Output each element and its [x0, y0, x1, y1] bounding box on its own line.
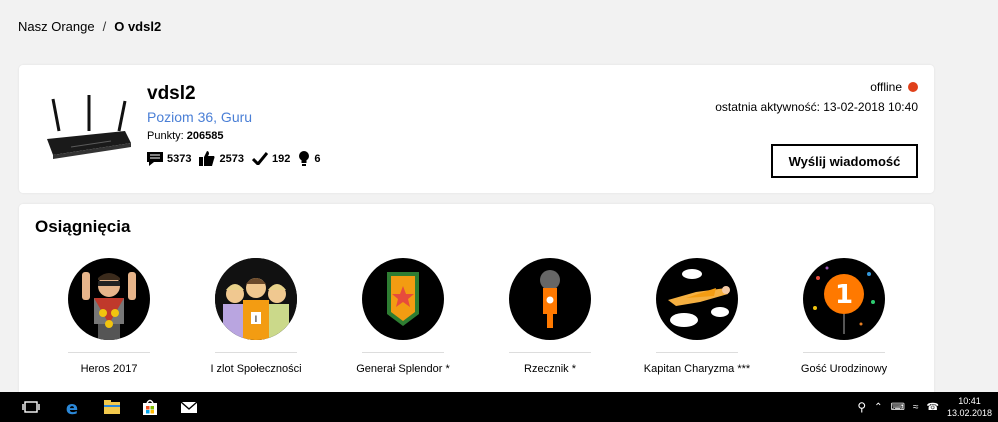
last-activity: ostatnia aktywność: 13-02-2018 10:40	[715, 100, 918, 114]
likes-count: 2573	[219, 152, 244, 165]
breadcrumb-current: O vdsl2	[114, 19, 162, 34]
achievement-divider	[509, 352, 591, 353]
achievement-divider	[215, 352, 297, 353]
send-message-button[interactable]: Wyślij wiadomość	[771, 144, 918, 178]
checkmark-icon	[251, 152, 268, 165]
wifi-icon[interactable]: ≈	[913, 402, 919, 413]
file-explorer-icon[interactable]	[103, 399, 121, 415]
system-tray: ⚲ ⌃ ⌨ ≈ ☎ 10:41 13.02.2018	[857, 392, 992, 422]
thumbs-up-icon	[199, 151, 215, 166]
taskbar: e ⚲ ⌃ ⌨ ≈ ☎ 10:41 13.02.2018	[0, 392, 998, 422]
flying-captain-icon	[656, 258, 738, 340]
user-name: vdsl2	[147, 83, 196, 104]
user-stats: 5373 2573 192 6	[147, 151, 328, 166]
svg-text:I: I	[255, 315, 258, 325]
stat-solutions: 192	[251, 152, 291, 165]
achievement-label: Kapitan Charyzma ***	[643, 363, 751, 375]
achievement-divider	[803, 352, 885, 353]
volume-muted-icon[interactable]: ☎	[926, 402, 938, 413]
solutions-count: 192	[271, 152, 291, 165]
user-points: Punkty: 206585	[147, 130, 223, 142]
hero-icon	[68, 258, 150, 340]
achievement-label: Gość Urodzinowy	[800, 363, 888, 375]
achievement-divider	[656, 352, 738, 353]
user-level: Poziom 36, Guru	[147, 109, 253, 125]
achievement-item[interactable]: 1 Gość Urodzinowy	[769, 258, 919, 375]
messages-count: 5373	[167, 152, 192, 165]
birthday-balloon-icon: 1	[803, 258, 885, 340]
achievement-divider	[362, 352, 444, 353]
achievements-card: Osiągnięcia Heros 2017 I I zlot Społeczn…	[19, 204, 934, 404]
keyboard-icon[interactable]: ⌨	[891, 402, 905, 413]
achievement-item[interactable]: I I zlot Społeczności	[181, 258, 331, 375]
message-icon	[147, 151, 163, 166]
microphone-icon	[509, 258, 591, 340]
stat-likes: 2573	[199, 151, 244, 166]
achievement-item[interactable]: Kapitan Charyzma ***	[622, 258, 772, 375]
status-text: offline	[870, 80, 902, 94]
online-status: offline	[870, 80, 918, 94]
task-view-icon[interactable]	[22, 399, 40, 415]
achievement-label: Generał Splendor *	[356, 363, 450, 375]
achievement-item[interactable]: Generał Splendor *	[328, 258, 478, 375]
status-dot-icon	[908, 82, 918, 92]
svg-text:e: e	[66, 399, 78, 415]
achievement-item[interactable]: Heros 2017	[34, 258, 184, 375]
achievement-label: Heros 2017	[80, 363, 138, 375]
svg-text:1: 1	[835, 280, 853, 310]
chevron-up-icon[interactable]: ⌃	[874, 402, 882, 413]
breadcrumb: Nasz Orange / O vdsl2	[18, 19, 161, 34]
clock-time: 10:41	[958, 396, 981, 406]
community-meetup-icon: I	[215, 258, 297, 340]
people-icon[interactable]: ⚲	[857, 400, 866, 414]
points-value: 206585	[186, 130, 224, 142]
lightbulb-icon	[299, 151, 310, 166]
achievement-label: I zlot Społeczności	[210, 363, 302, 375]
clock[interactable]: 10:41 13.02.2018	[947, 395, 992, 419]
achievements-title: Osiągnięcia	[35, 217, 131, 236]
store-icon[interactable]	[141, 399, 159, 415]
router-avatar	[47, 95, 131, 159]
achievement-item[interactable]: Rzecznik *	[475, 258, 625, 375]
stat-ideas: 6	[298, 151, 320, 166]
achievement-label: Rzecznik *	[524, 363, 576, 375]
breadcrumb-home-link[interactable]: Nasz Orange	[18, 19, 95, 34]
general-shield-icon	[362, 258, 444, 340]
achievement-divider	[68, 352, 150, 353]
points-label: Punkty:	[147, 130, 184, 142]
profile-card: vdsl2 Poziom 36, Guru Punkty: 206585 537…	[19, 65, 934, 193]
clock-date: 13.02.2018	[946, 408, 992, 418]
edge-browser-icon[interactable]: e	[63, 399, 81, 415]
breadcrumb-separator: /	[102, 19, 107, 34]
ideas-count: 6	[314, 152, 321, 165]
stat-messages: 5373	[147, 151, 192, 166]
mail-icon[interactable]	[180, 399, 198, 415]
achievements-list: Heros 2017 I I zlot Społeczności Generał…	[19, 258, 934, 388]
